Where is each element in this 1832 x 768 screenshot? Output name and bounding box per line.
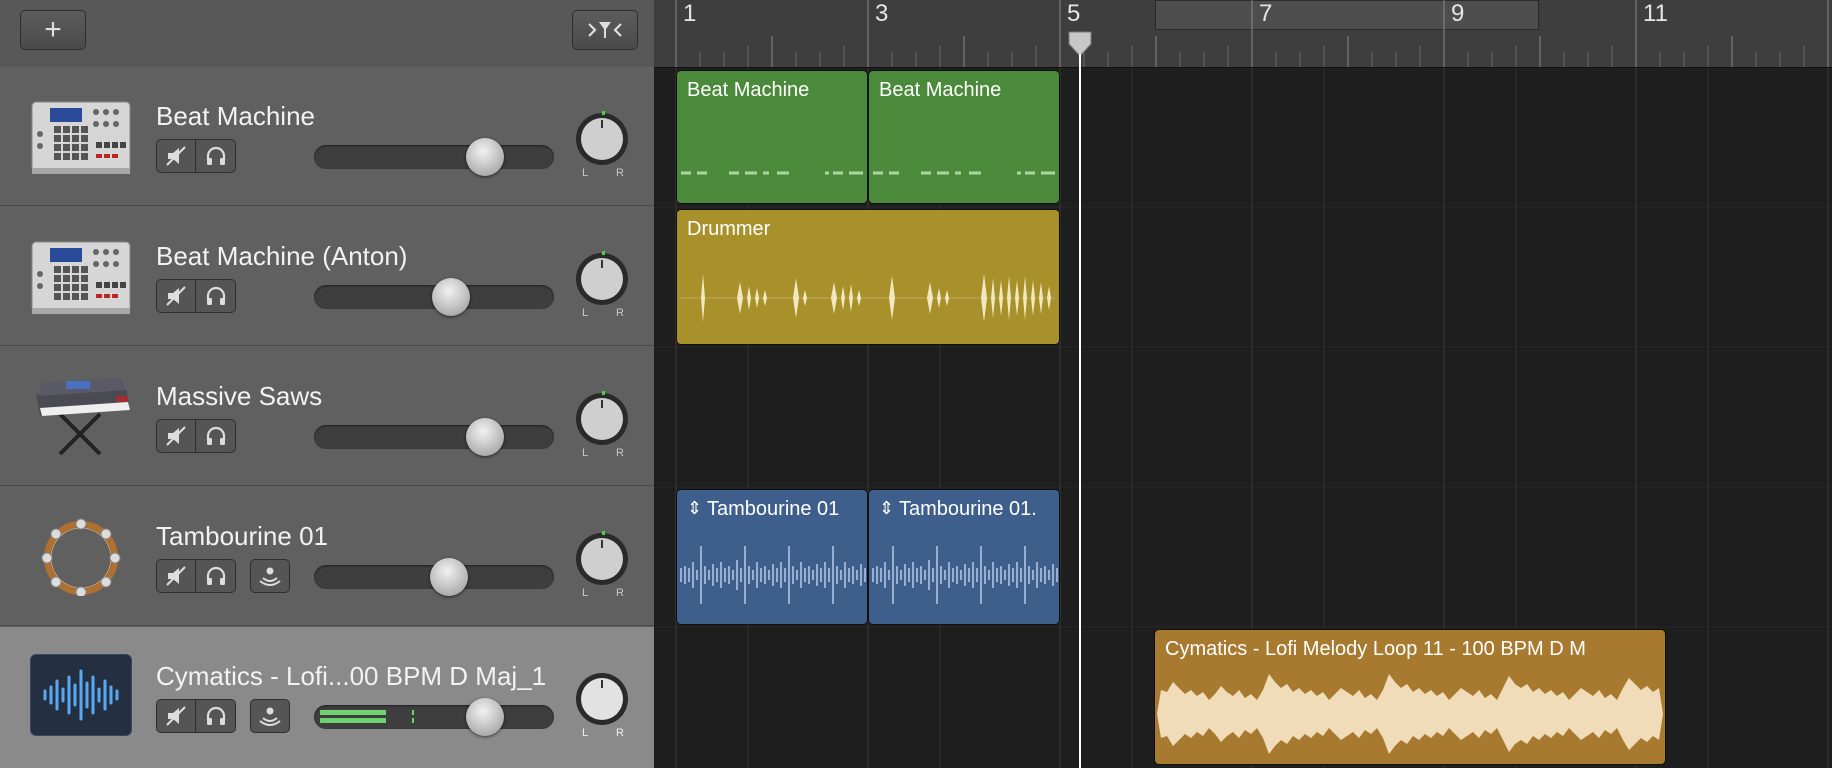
level-meter [320,710,414,723]
pan-right-label: R [616,167,624,179]
pan-knob[interactable] [574,531,630,587]
region-beat-machine-1[interactable]: Beat Machine [676,70,868,204]
input-monitoring-icon [259,707,281,726]
solo-headphones-button[interactable] [196,139,236,173]
volume-slider[interactable] [314,418,554,456]
solo-headphones-button[interactable] [196,699,236,733]
pan-knob[interactable] [574,391,630,447]
region-pattern [873,171,1055,175]
pan-left-label: L [582,587,589,599]
headphones-icon [206,146,225,165]
input-monitoring-icon [259,567,281,586]
pan-left-label: L [582,727,589,739]
region-waveform [680,546,866,604]
solo-headphones-button[interactable] [196,559,236,593]
track-header-cymatics[interactable]: Cymatics - Lofi...00 BPM D Maj_1 L R [0,627,654,768]
pan-knob[interactable] [574,111,630,167]
mute-button[interactable] [156,139,196,173]
headphones-icon [206,286,225,305]
plus-icon: + [44,13,62,46]
mute-button[interactable] [156,559,196,593]
pan-right-label: R [616,587,624,599]
mute-button[interactable] [156,419,196,453]
audio-track-icon-frame [30,654,132,736]
track-headers: + Beat Machine L R Beat Machine (Anton) … [0,0,654,768]
mute-button[interactable] [156,699,196,733]
playhead-line[interactable] [1079,54,1081,768]
add-track-button[interactable]: + [20,10,86,50]
track-filter-button[interactable] [572,10,638,50]
volume-slider[interactable] [314,698,554,736]
track-name[interactable]: Tambourine 01 [156,521,328,552]
volume-slider-knob[interactable] [466,418,504,456]
filter-icon [588,22,622,38]
track-header-beat-machine[interactable]: Beat Machine L R [0,67,654,206]
arrange-area[interactable]: 1 3 5 7 9 11 Beat Machine Beat Machine D… [654,0,1832,768]
solo-headphones-button[interactable] [196,419,236,453]
pan-right-label: R [616,307,624,319]
region-waveform [1157,674,1663,754]
bar-number: 7 [1259,0,1273,27]
bar-number: 1 [683,0,697,27]
region-waveform [872,546,1058,604]
timeline-ruler[interactable]: 1 3 5 7 9 11 [654,0,1832,68]
mute-icon [166,286,186,306]
track-name[interactable]: Beat Machine [156,101,315,132]
bar-number: 9 [1451,0,1465,27]
mute-button[interactable] [156,279,196,313]
pan-knob[interactable] [574,251,630,307]
input-monitoring-button[interactable] [250,559,290,593]
solo-headphones-button[interactable] [196,279,236,313]
track-header-toolbar: + [0,0,654,68]
region-waveform [681,274,1055,322]
track-header-massive-saws[interactable]: Massive Saws L R [0,347,654,486]
bar-number: 5 [1067,0,1081,27]
mute-icon [166,566,186,586]
pan-knob[interactable] [574,671,630,727]
volume-slider-knob[interactable] [466,698,504,736]
volume-slider-knob[interactable] [432,278,470,316]
mute-icon [166,706,186,726]
pan-right-label: R [616,447,624,459]
tambourine-icon [41,518,121,596]
headphones-icon [206,706,225,725]
bar-number: 11 [1643,0,1668,27]
region-cymatics-lofi-melody[interactable]: Cymatics - Lofi Melody Loop 11 - 100 BPM… [1154,629,1666,765]
drum-machine-icon [31,241,131,314]
region-tambourine-1[interactable]: ⇕ Tambourine 01 [676,489,868,625]
headphones-icon [206,566,225,585]
audio-waveform-icon [43,669,119,721]
pan-left-label: L [582,447,589,459]
synthesizer-keyboard-icon [36,378,130,456]
region-beat-machine-2[interactable]: Beat Machine [868,70,1060,204]
region-tambourine-2[interactable]: ⇕ Tambourine 01. [868,489,1060,625]
volume-slider-knob[interactable] [466,138,504,176]
mute-icon [166,426,186,446]
volume-slider-knob[interactable] [430,558,468,596]
bar-number: 3 [875,0,889,27]
volume-slider[interactable] [314,558,554,596]
drum-machine-icon [31,101,131,174]
mute-icon [166,146,186,166]
region-pattern [681,171,863,175]
volume-slider[interactable] [314,278,554,316]
pan-left-label: L [582,167,589,179]
pan-left-label: L [582,307,589,319]
track-header-tambourine-01[interactable]: Tambourine 01 L R [0,487,654,626]
headphones-icon [206,426,225,445]
volume-slider[interactable] [314,138,554,176]
region-drummer[interactable]: Drummer [676,209,1060,345]
track-header-beat-machine-anton[interactable]: Beat Machine (Anton) L R [0,207,654,346]
track-name[interactable]: Massive Saws [156,381,322,412]
pan-right-label: R [616,727,624,739]
track-name[interactable]: Cymatics - Lofi...00 BPM D Maj_1 [156,661,546,692]
track-name[interactable]: Beat Machine (Anton) [156,241,407,272]
input-monitoring-button[interactable] [250,699,290,733]
